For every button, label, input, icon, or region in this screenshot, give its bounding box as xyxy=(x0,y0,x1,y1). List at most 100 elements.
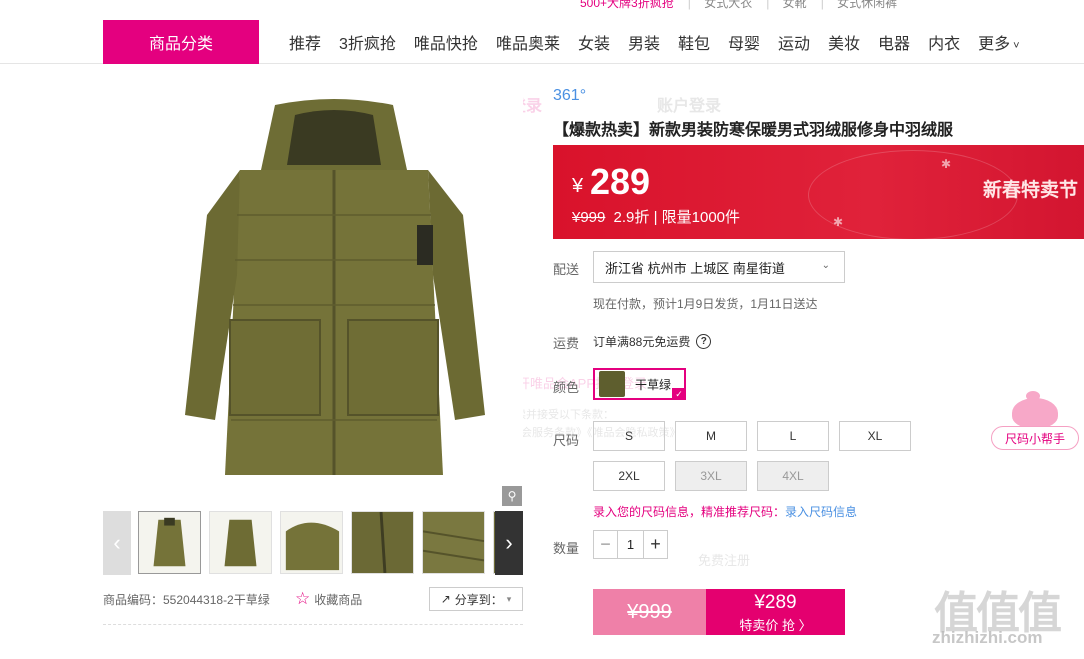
color-swatch-thumbnail xyxy=(599,371,625,397)
nav-item-shoes-bags[interactable]: 鞋包 xyxy=(678,30,710,54)
color-label: 颜色 xyxy=(553,380,580,395)
top-link[interactable]: 女式大衣 xyxy=(704,0,752,10)
favorite-label: 收藏商品 xyxy=(314,592,363,607)
size-help-link[interactable]: 录入尺码信息 xyxy=(785,505,857,519)
top-link[interactable]: 女式休闲裤 xyxy=(837,0,897,10)
nav-item-underwear[interactable]: 内衣 xyxy=(928,30,960,54)
nav-item-beauty[interactable]: 美妆 xyxy=(828,30,860,54)
size-option-s[interactable]: S xyxy=(593,421,665,451)
thumbnail-3[interactable] xyxy=(280,511,343,574)
current-price: 289 xyxy=(590,161,651,202)
top-link[interactable]: 500+大牌3折疯抢 xyxy=(580,0,674,10)
nav-item-more[interactable]: 更多 xyxy=(978,30,1020,54)
zoom-icon[interactable]: ⚲ xyxy=(502,486,522,506)
main-product-image[interactable] xyxy=(145,75,523,507)
divider xyxy=(103,624,523,625)
thumb-zipper-detail-icon xyxy=(352,511,413,574)
thumbnail-strip: ‹ › xyxy=(103,511,523,575)
watermark-url: zhizhizhi.com xyxy=(932,628,1043,647)
ghost-register: 免费注册 xyxy=(698,553,751,568)
sparkle-icon: ✱ xyxy=(941,157,952,171)
share-icon: ↗ xyxy=(440,592,451,606)
quantity-decrease-button[interactable]: − xyxy=(594,531,618,558)
thumb-next-arrow-icon[interactable]: › xyxy=(495,511,523,575)
checkmark-icon: ✓ xyxy=(672,388,686,400)
size-help: 录入您的尺码信息，精准推荐尺码：录入尺码信息 xyxy=(593,503,857,520)
nav-item-flash-sale[interactable]: 3折疯抢 xyxy=(339,30,396,54)
top-links: 500+大牌3折疯抢 | 女式大衣 | 女靴 | 女式休闲裤 xyxy=(580,0,911,11)
shipping-estimate: 现在付款，预计1月9日发货，1月11日送达 xyxy=(593,297,818,311)
divider: | xyxy=(820,0,824,10)
quantity-increase-button[interactable]: + xyxy=(643,531,667,558)
buy-now-button[interactable]: ¥289 特卖价 抢 〉 xyxy=(706,589,845,635)
buy-original-price-text: ¥999 xyxy=(627,600,672,623)
help-icon[interactable]: ? xyxy=(696,334,712,349)
share-label: 分享到： xyxy=(454,592,503,607)
price-banner: ✱ ✱ ¥ 289 ¥999 2.9折 | 限量1000件 新春特卖节 xyxy=(553,145,1084,239)
nav-item-appliances[interactable]: 电器 xyxy=(878,30,910,54)
thumbnail-4[interactable] xyxy=(351,511,414,574)
top-link[interactable]: 女靴 xyxy=(783,0,807,10)
size-option-2xl[interactable]: 2XL xyxy=(593,461,665,491)
chevron-down-icon: ▾ xyxy=(506,593,512,604)
quantity-value[interactable]: 1 xyxy=(618,537,643,552)
product-title: 【爆款热卖】新款男装防寒保暖男式羽绒服修身中羽绒服 xyxy=(553,122,954,139)
nav-items: 推荐 3折疯抢 唯品快抢 唯品奥莱 女装 男装 鞋包 母婴 运动 美妆 电器 内… xyxy=(280,20,1029,64)
freight-label: 运费 xyxy=(553,336,580,351)
size-assistant-widget[interactable]: 尺码小帮手 xyxy=(991,391,1084,452)
price-details: ¥999 2.9折 | 限量1000件 xyxy=(572,206,740,227)
share-button[interactable]: ↗ 分享到： ▾ xyxy=(429,587,523,611)
nav-item-men[interactable]: 男装 xyxy=(628,30,660,54)
product-code: 商品编码：552044318-2干草绿 xyxy=(103,593,270,607)
quantity-label: 数量 xyxy=(553,541,580,556)
thumbnail-5[interactable] xyxy=(422,511,485,574)
color-option-selected[interactable]: 干草绿 ✓ xyxy=(593,368,686,400)
thumbnail-2[interactable] xyxy=(209,511,272,574)
product-meta-row: 商品编码：552044318-2干草绿 ☆ 收藏商品 ↗ 分享到： ▾ xyxy=(103,587,523,611)
quantity-stepper: − 1 + xyxy=(593,530,668,559)
jacket-illustration xyxy=(145,75,523,507)
category-button[interactable]: 商品分类 xyxy=(103,20,259,64)
nav-item-outlet[interactable]: 唯品奥莱 xyxy=(496,30,560,54)
promo-title: 新春特卖节 xyxy=(983,180,1079,201)
limit-qty: | 限量1000件 xyxy=(653,209,741,226)
nav-item-women[interactable]: 女装 xyxy=(578,30,610,54)
currency-symbol: ¥ xyxy=(572,175,584,197)
size-help-text: 录入您的尺码信息，精准推荐尺码： xyxy=(593,505,786,519)
discount-rate: 2.9折 xyxy=(613,209,650,226)
thumb-hood-detail-icon xyxy=(285,522,340,571)
favorite-button[interactable]: ☆ 收藏商品 xyxy=(295,589,362,609)
nav-item-quick-buy[interactable]: 唯品快抢 xyxy=(414,30,478,54)
address-value: 浙江省 杭州市 上城区 南星街道 xyxy=(605,260,785,276)
divider: | xyxy=(766,0,770,10)
size-option-xl[interactable]: XL xyxy=(839,421,911,451)
mascot-icon xyxy=(1012,391,1058,428)
brand-name[interactable]: 361° xyxy=(553,87,586,105)
sparkle-icon: ✱ xyxy=(833,215,844,229)
buy-original-price[interactable]: ¥999 xyxy=(593,589,706,635)
size-option-l[interactable]: L xyxy=(757,421,829,451)
size-option-4xl: 4XL xyxy=(757,461,829,491)
chevron-down-icon: ⌄ xyxy=(821,260,830,271)
nav-item-recommend[interactable]: 推荐 xyxy=(289,30,321,54)
freight-text: 订单满88元免运费 xyxy=(593,335,691,349)
size-option-m[interactable]: M xyxy=(675,421,747,451)
ghost-account-login: 账户登录 xyxy=(657,98,722,115)
thumbnail-1[interactable] xyxy=(138,511,201,574)
address-select[interactable]: 浙江省 杭州市 上城区 南星街道 ⌄ xyxy=(593,251,845,283)
size-assistant-button[interactable]: 尺码小帮手 xyxy=(991,426,1079,450)
thumb-jacket-front-icon xyxy=(153,517,186,567)
main-nav: 商品分类 推荐 3折疯抢 唯品快抢 唯品奥莱 女装 男装 鞋包 母婴 运动 美妆… xyxy=(0,18,1084,64)
divider: | xyxy=(687,0,691,10)
delivery-label: 配送 xyxy=(553,262,580,277)
nav-item-sports[interactable]: 运动 xyxy=(778,30,810,54)
nav-item-baby[interactable]: 母婴 xyxy=(728,30,760,54)
original-price: ¥999 xyxy=(572,209,606,226)
buy-cta-label: 特卖价 抢 〉 xyxy=(739,618,812,633)
color-name: 干草绿 xyxy=(635,377,672,392)
size-option-3xl: 3XL xyxy=(675,461,747,491)
thumb-prev-arrow-icon[interactable]: ‹ xyxy=(103,511,131,575)
thumb-jacket-back-icon xyxy=(224,519,257,567)
buy-price: ¥289 xyxy=(754,592,797,613)
thumb-quilt-detail-icon xyxy=(422,512,485,573)
